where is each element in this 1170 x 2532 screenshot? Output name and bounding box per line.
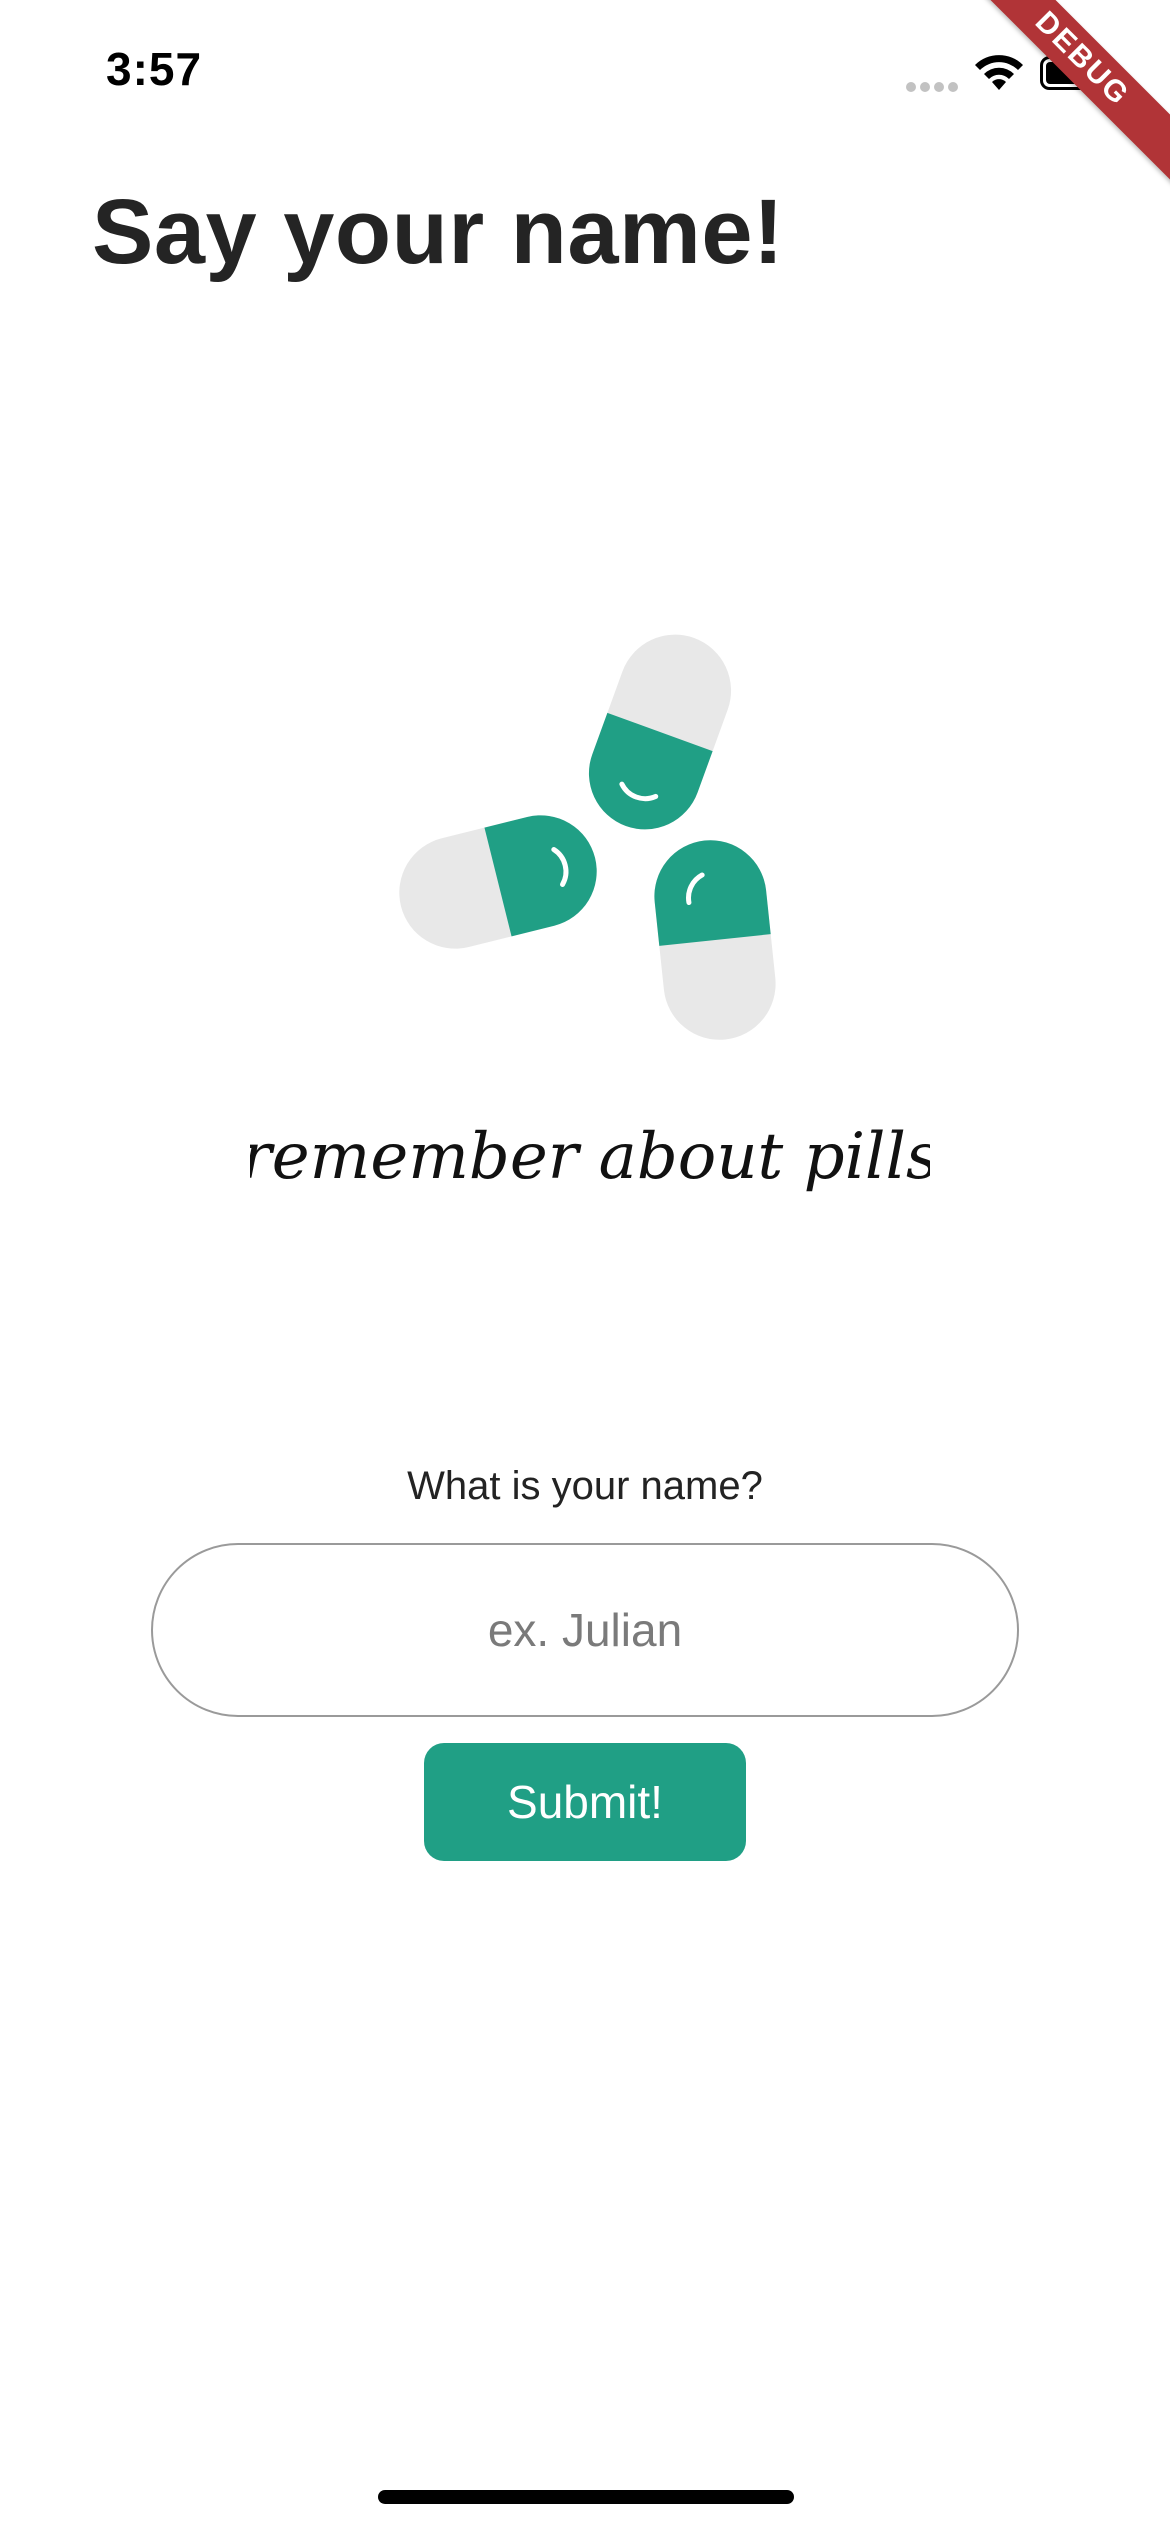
- name-prompt-label: What is your name?: [407, 1464, 763, 1508]
- left-capsule: [399, 815, 597, 949]
- logo-tagline: remember about pills: [250, 1120, 930, 1194]
- home-indicator[interactable]: [378, 2490, 794, 2504]
- debug-banner: DEBUG: [952, 0, 1170, 189]
- right-capsule: [654, 840, 776, 1040]
- pills-logo-icon: [399, 634, 776, 1040]
- top-capsule: [588, 634, 732, 830]
- svg-text:remember about pills: remember about pills: [250, 1120, 930, 1194]
- cellular-signal-icon: [906, 82, 960, 92]
- name-input[interactable]: [151, 1543, 1019, 1717]
- page-title: Say your name!: [92, 181, 785, 283]
- status-time: 3:57: [106, 43, 203, 95]
- submit-button[interactable]: Submit!: [424, 1743, 746, 1861]
- wifi-icon: [975, 55, 1023, 90]
